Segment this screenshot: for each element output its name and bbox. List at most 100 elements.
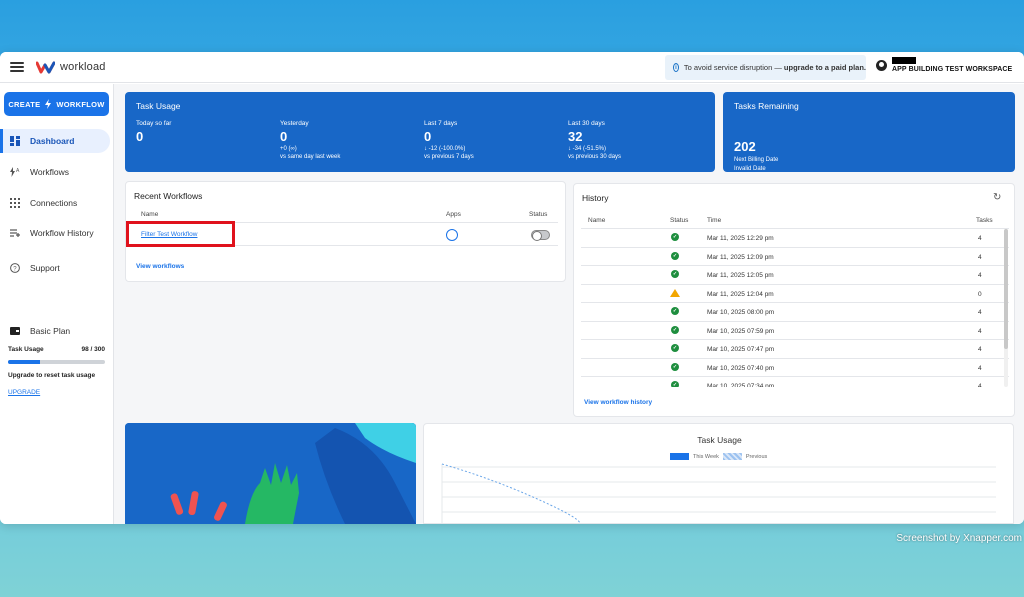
- run-time: Mar 10, 2025 07:47 pm: [707, 346, 775, 353]
- stat-comparison: vs previous 30 days: [568, 154, 622, 160]
- menu-icon[interactable]: [10, 62, 24, 72]
- column-header-status: Status: [529, 211, 548, 218]
- plan-label: Basic Plan: [10, 326, 70, 336]
- column-header-tasks: Tasks: [976, 217, 993, 224]
- notice-text: To avoid service disruption — upgrade to…: [684, 63, 866, 72]
- run-time: Mar 11, 2025 12:09 pm: [707, 253, 774, 261]
- help-icon: ?: [10, 263, 20, 273]
- upgrade-link[interactable]: UPGRADE: [8, 389, 40, 396]
- run-time: Mar 10, 2025 08:00 pm: [707, 309, 775, 316]
- top-bar: workload i To avoid service disruption —…: [0, 52, 1024, 83]
- stat-last-7-days: Last 7 days 0 ↓ -12 (-100.0%) vs previou…: [424, 120, 474, 160]
- run-time: Mar 10, 2025 07:59 pm: [707, 327, 775, 335]
- scroll-thumb[interactable]: [1004, 229, 1008, 349]
- stat-comparison: vs previous 7 days: [424, 154, 474, 160]
- account-menu[interactable]: APP BUILDING TEST WORKSPACE: [876, 57, 1012, 73]
- stat-change: ↓ -12 (-100.0%): [424, 146, 466, 152]
- stat-value: 0: [136, 129, 144, 144]
- run-time: Mar 10, 2025 07:34 pm: [707, 383, 775, 387]
- previous-series-line: [441, 463, 580, 523]
- bolt-icon: [45, 99, 52, 109]
- table-row[interactable]: Mar 11, 2025 12:04 pm 0: [581, 285, 1009, 303]
- account-icon: [876, 59, 887, 71]
- view-workflows-link[interactable]: View workflows: [136, 263, 184, 270]
- run-tasks: 4: [978, 272, 982, 279]
- recent-workflows-card: Recent Workflows Name Apps Status Filter…: [125, 181, 566, 282]
- app-logo[interactable]: workload: [36, 61, 106, 74]
- check-circle-icon: ✓: [671, 307, 679, 315]
- task-usage-title: Task Usage: [136, 101, 181, 111]
- create-workflow-button[interactable]: CREATE WORKFLOW: [4, 92, 109, 116]
- check-circle-icon: ✓: [671, 362, 679, 371]
- refresh-icon[interactable]: ↻: [993, 193, 1003, 203]
- sidebar-item-label: Dashboard: [30, 136, 75, 146]
- stat-today: Today so far 0: [136, 120, 171, 144]
- history-title: History: [582, 193, 609, 203]
- history-scrollbar[interactable]: [1004, 229, 1008, 387]
- task-usage-progress-fill: [8, 360, 40, 364]
- stat-label: Today so far: [136, 120, 172, 127]
- run-time: Mar 10, 2025 07:40 pm: [707, 364, 775, 372]
- sidebar-item-connections[interactable]: Connections: [0, 191, 110, 215]
- plan-name: Basic Plan: [30, 326, 71, 336]
- run-tasks: 4: [978, 327, 982, 335]
- stat-value: 0: [424, 129, 432, 144]
- sidebar-item-support[interactable]: ? Support: [0, 256, 110, 280]
- sidebar-task-usage: Task Usage 98 / 300: [8, 346, 105, 353]
- run-tasks: 4: [978, 253, 982, 261]
- run-time: Mar 11, 2025 12:29 pm: [707, 235, 774, 242]
- stat-label: Last 30 days: [568, 120, 605, 127]
- logo-text: workload: [60, 61, 106, 73]
- table-row[interactable]: ✓ Mar 11, 2025 12:05 pm 4: [581, 266, 1009, 285]
- tasks-remaining-value: 202: [734, 139, 756, 154]
- tasks-remaining-title: Tasks Remaining: [734, 101, 799, 111]
- table-row[interactable]: ✓ Mar 10, 2025 07:59 pm 4: [581, 322, 1009, 340]
- workflow-status-toggle[interactable]: [531, 230, 550, 241]
- create-label: CREATE: [8, 99, 41, 109]
- column-header-time: Time: [707, 217, 722, 224]
- task-usage-chart: Task Usage This Week Previous: [423, 423, 1014, 524]
- sidebar-task-usage-label: Task Usage: [8, 346, 44, 353]
- run-tasks: 4: [978, 383, 982, 387]
- task-usage-progress: [8, 360, 105, 364]
- table-row[interactable]: ✓ Mar 10, 2025 07:47 pm 4: [581, 340, 1009, 359]
- logo-icon: [36, 61, 55, 73]
- sidebar-item-label: Connections: [30, 198, 78, 208]
- stat-change: +0 (∞): [280, 146, 297, 152]
- table-row[interactable]: ✓ Mar 11, 2025 12:09 pm 4: [581, 248, 1009, 266]
- sidebar-item-workflow-history[interactable]: Workflow History: [0, 221, 110, 245]
- main-content: Task Usage Today so far 0 Yesterday 0 +0…: [114, 84, 1024, 524]
- table-row[interactable]: ✓ Mar 10, 2025 07:34 pm 4: [581, 377, 1009, 387]
- stat-comparison: vs same day last week: [280, 154, 341, 160]
- stat-yesterday: Yesterday 0 +0 (∞) vs same day last week: [280, 120, 340, 160]
- app-window: workload i To avoid service disruption —…: [0, 52, 1024, 524]
- watermark: Screenshot by Xnapper.com: [896, 533, 1022, 544]
- table-row[interactable]: ✓ Mar 11, 2025 12:29 pm 4: [581, 229, 1009, 248]
- upgrade-hint: Upgrade to reset task usage: [8, 372, 96, 379]
- table-row[interactable]: ✓ Mar 10, 2025 07:40 pm 4: [581, 359, 1009, 377]
- sidebar-task-usage-value: 98 / 300: [81, 346, 106, 353]
- workspace-name: APP BUILDING TEST WORKSPACE: [892, 66, 1013, 73]
- create-label-workflow: WORKFLOW: [56, 99, 105, 109]
- notice-message: To avoid service disruption —: [683, 63, 784, 72]
- stat-label: Last 7 days: [424, 120, 458, 127]
- promo-illustration: [125, 423, 416, 524]
- stat-change: ↓ -34 (-51.5%): [568, 146, 607, 152]
- check-circle-icon: ✓: [671, 270, 679, 278]
- svg-text:?: ?: [13, 266, 17, 272]
- check-circle-icon: ✓: [671, 233, 679, 241]
- chart-plot: [441, 463, 996, 523]
- connections-icon: [10, 198, 20, 208]
- sidebar-item-dashboard[interactable]: Dashboard: [0, 129, 110, 153]
- table-row[interactable]: ✓ Mar 10, 2025 08:00 pm 4: [581, 303, 1009, 322]
- stat-value: 32: [568, 129, 583, 144]
- run-tasks: 4: [978, 364, 982, 372]
- column-header-name: Name: [141, 211, 159, 218]
- notice-upgrade-link[interactable]: upgrade to a paid plan.: [784, 63, 866, 72]
- account-text: APP BUILDING TEST WORKSPACE: [892, 57, 1012, 73]
- check-circle-icon: ✓: [671, 344, 679, 352]
- sidebar: CREATE WORKFLOW Dashboard A Workflows Co…: [0, 84, 114, 524]
- app-logo-icon: [446, 229, 458, 241]
- view-history-link[interactable]: View workflow history: [584, 399, 652, 406]
- sidebar-item-workflows[interactable]: A Workflows: [0, 160, 110, 184]
